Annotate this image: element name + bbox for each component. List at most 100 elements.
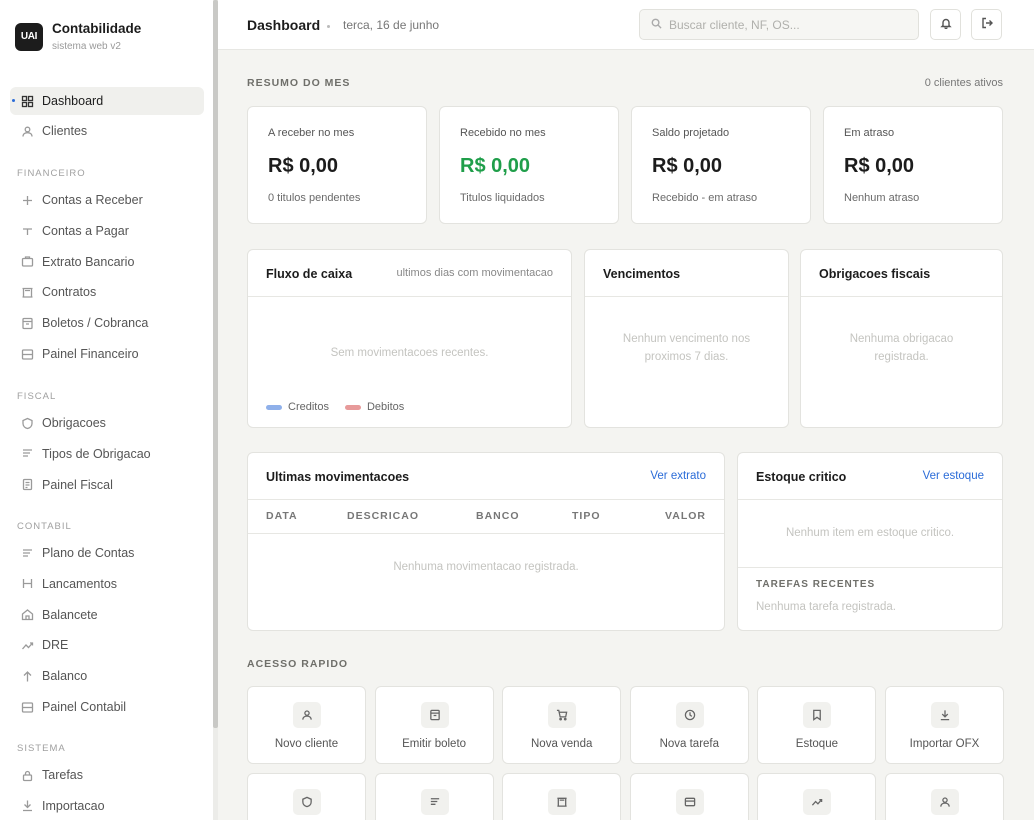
cashflow-card: Fluxo de caixa ultimos dias com moviment… bbox=[247, 249, 572, 428]
search-input[interactable] bbox=[669, 17, 909, 32]
kpi-label: A receber no mes bbox=[268, 127, 355, 139]
quick-action-label: Estoque bbox=[795, 738, 838, 750]
legend-swatch bbox=[266, 404, 282, 410]
sidebar-item-obrigacoes[interactable]: Obrigacoes bbox=[10, 409, 204, 437]
user-icon bbox=[931, 789, 959, 815]
sidebar-scrollbar[interactable] bbox=[213, 0, 218, 728]
nav-section-financeiro: FINANCEIRO bbox=[17, 168, 86, 179]
quick-action-10[interactable] bbox=[629, 773, 749, 820]
sidebar-item-contas-a-receber[interactable]: Contas a Receber bbox=[10, 186, 204, 214]
column-header-value[interactable]: VALOR bbox=[665, 510, 706, 522]
quick-action-emitir-boleto[interactable]: Emitir boleto bbox=[374, 686, 494, 764]
quick-action-nova-venda[interactable]: Nova venda bbox=[502, 686, 622, 764]
column-header-description[interactable]: DESCRICAO bbox=[347, 510, 419, 522]
recent-tasks-empty: Nenhuma tarefa registrada. bbox=[756, 601, 896, 613]
cart-icon bbox=[548, 702, 577, 728]
notifications-button[interactable] bbox=[930, 9, 961, 40]
quick-action-7[interactable] bbox=[247, 773, 366, 820]
search-box[interactable] bbox=[639, 9, 919, 40]
logout-icon bbox=[981, 16, 993, 34]
column-header-type[interactable]: TIPO bbox=[572, 510, 601, 522]
sidebar-item-label: Painel Fiscal bbox=[42, 477, 113, 492]
sidebar-item-clientes[interactable]: Clientes bbox=[10, 117, 204, 145]
kpi-value: R$ 0,00 bbox=[460, 155, 531, 177]
sidebar-item-label: Painel Contabil bbox=[42, 700, 127, 714]
sidebar-item-plano-de-contas[interactable]: Plano de Contas bbox=[10, 539, 204, 567]
top-header: Dashboard terca, 16 de junho bbox=[218, 0, 1034, 50]
due-card: Vencimentos Nenhum vencimento nos proxim… bbox=[584, 249, 789, 428]
grid-icon bbox=[20, 94, 34, 108]
sidebar-item-balancete[interactable]: Balancete bbox=[10, 601, 204, 629]
doc-icon bbox=[20, 478, 34, 492]
column-header-bank[interactable]: BANCO bbox=[476, 510, 520, 522]
sidebar-item-painel-contabil[interactable]: Painel Contabil bbox=[10, 693, 204, 721]
quick-action-11[interactable] bbox=[757, 773, 877, 820]
card-meta: ultimos dias com movimentacao bbox=[396, 267, 553, 279]
view-stock-link[interactable]: Ver estoque bbox=[923, 470, 984, 482]
quick-action-12[interactable] bbox=[885, 773, 1004, 820]
sidebar-item-label: Contratos bbox=[42, 285, 97, 300]
sidebar-item-tipos-de-obrigacao[interactable]: Tipos de Obrigacao bbox=[10, 440, 204, 468]
sidebar-item-painel-financeiro[interactable]: Painel Financeiro bbox=[10, 340, 204, 368]
sidebar-item-contratos[interactable]: Contratos bbox=[10, 278, 204, 306]
kpi-label: Recebido no mes bbox=[460, 127, 546, 139]
sidebar-item-contas-a-pagar[interactable]: Contas a Pagar bbox=[10, 217, 204, 245]
kpi-card-receivable[interactable]: A receber no mes R$ 0,00 0 titulos pende… bbox=[247, 106, 427, 224]
active-indicator bbox=[12, 99, 15, 102]
empty-message-line1: Nenhum vencimento nos bbox=[622, 333, 751, 345]
h-icon bbox=[20, 577, 34, 591]
lines-icon bbox=[20, 447, 34, 461]
quick-action-estoque[interactable]: Estoque bbox=[757, 686, 877, 764]
card-title: Estoque critico bbox=[756, 470, 847, 484]
receipt-icon bbox=[420, 702, 449, 728]
card-header: Fluxo de caixa ultimos dias com moviment… bbox=[248, 250, 571, 297]
logo: UAI bbox=[15, 22, 43, 51]
sidebar-item-lancamentos[interactable]: Lancamentos bbox=[10, 570, 204, 598]
sidebar-item-label: Boletos / Cobranca bbox=[42, 316, 149, 331]
home-icon bbox=[20, 608, 34, 622]
sidebar-item-importacao[interactable]: Importacao bbox=[10, 792, 204, 820]
sidebar-item-boletos-cobranca[interactable]: Boletos / Cobranca bbox=[10, 309, 204, 337]
kpi-card-projected-balance[interactable]: Saldo projetado R$ 0,00 Recebido - em at… bbox=[631, 106, 811, 224]
logout-button[interactable] bbox=[971, 9, 1002, 40]
sidebar-item-label: Clientes bbox=[42, 124, 88, 138]
sidebar-item-label: Balancete bbox=[42, 607, 98, 622]
page-title: Dashboard bbox=[247, 17, 321, 33]
sidebar-item-balanco[interactable]: Balanco bbox=[10, 662, 204, 690]
quick-action-8[interactable] bbox=[374, 773, 494, 820]
receipt-icon bbox=[20, 316, 34, 330]
sidebar-item-extrato-bancario[interactable]: Extrato Bancario bbox=[10, 248, 204, 276]
critical-stock-card: Estoque critico Ver estoque Nenhum item … bbox=[737, 452, 1003, 631]
kpi-sub: Titulos liquidados bbox=[460, 192, 545, 204]
legend-label: Creditos bbox=[288, 401, 329, 413]
quick-action-9[interactable] bbox=[502, 773, 622, 820]
recent-tasks-title: TAREFAS RECENTES bbox=[756, 579, 876, 590]
brand[interactable]: UAI Contabilidade sistema web v2 bbox=[15, 21, 141, 52]
summary-title: RESUMO DO MES bbox=[247, 77, 351, 89]
kpi-card-overdue[interactable]: Em atraso R$ 0,00 Nenhum atraso bbox=[823, 106, 1003, 224]
quick-action-novo-cliente[interactable]: Novo cliente bbox=[247, 686, 366, 764]
sidebar-item-tarefas[interactable]: Tarefas bbox=[10, 761, 204, 789]
sidebar-item-dashboard[interactable]: Dashboard bbox=[10, 87, 204, 115]
card-header: Estoque critico Ver estoque bbox=[738, 453, 1002, 500]
columns-icon bbox=[548, 789, 577, 815]
card-icon bbox=[675, 789, 704, 815]
empty-message-line2: registrada. bbox=[874, 351, 929, 363]
panel-icon bbox=[20, 347, 34, 361]
view-statement-link[interactable]: Ver extrato bbox=[650, 470, 706, 482]
column-header-date[interactable]: DATA bbox=[266, 510, 298, 522]
quick-action-importar-ofx[interactable]: Importar OFX bbox=[885, 686, 1004, 764]
quick-action-label: Importar OFX bbox=[909, 738, 980, 750]
empty-message-line1: Nenhuma obrigacao bbox=[849, 333, 954, 345]
tax-obligations-card: Obrigacoes fiscais Nenhuma obrigacao reg… bbox=[800, 249, 1003, 428]
divider bbox=[738, 567, 1002, 568]
chart-legend: Creditos Debitos bbox=[266, 401, 420, 413]
kpi-card-received[interactable]: Recebido no mes R$ 0,00 Titulos liquidad… bbox=[439, 106, 619, 224]
sidebar-item-painel-fiscal[interactable]: Painel Fiscal bbox=[10, 471, 204, 499]
kpi-label: Saldo projetado bbox=[652, 127, 730, 139]
sidebar-item-dre[interactable]: DRE bbox=[10, 631, 204, 659]
legend-item-debits: Debitos bbox=[344, 401, 404, 413]
quick-action-nova-tarefa[interactable]: Nova tarefa bbox=[629, 686, 749, 764]
sidebar-item-label: Painel Financeiro bbox=[42, 347, 139, 361]
trend-icon bbox=[20, 638, 34, 652]
